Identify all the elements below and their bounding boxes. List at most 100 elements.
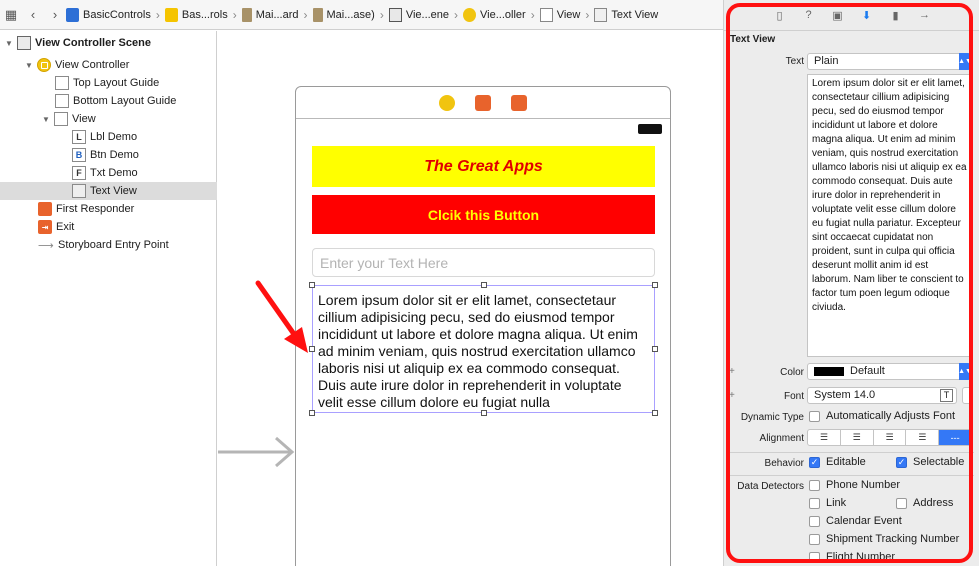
outline-item-top-layout-guide[interactable]: Top Layout Guide bbox=[0, 74, 217, 92]
view-icon bbox=[54, 112, 68, 126]
divider bbox=[730, 452, 974, 453]
text-content-field[interactable]: Lorem ipsum dolor sit er elit lamet, con… bbox=[807, 74, 972, 357]
section-title: Text View bbox=[730, 34, 776, 45]
outline-item-exit[interactable]: ⇥ Exit bbox=[0, 218, 217, 236]
align-left-icon[interactable]: ☰ bbox=[808, 430, 841, 445]
outline-item-first-responder[interactable]: First Responder bbox=[0, 200, 217, 218]
flight-number-checkbox[interactable]: Flight Number bbox=[809, 551, 895, 563]
align-center-icon[interactable]: ☰ bbox=[841, 430, 874, 445]
breadcrumb-separator: › bbox=[155, 7, 160, 22]
resize-handle[interactable] bbox=[652, 410, 658, 416]
resize-handle[interactable] bbox=[652, 346, 658, 352]
color-swatch bbox=[814, 366, 844, 376]
font-size-stepper[interactable] bbox=[962, 387, 972, 404]
checkmark-icon: ✓ bbox=[896, 456, 907, 468]
font-picker-icon[interactable]: T bbox=[940, 389, 953, 402]
file-inspector-icon[interactable]: ▯ bbox=[773, 9, 786, 22]
related-items-grid-icon[interactable]: ▦ bbox=[0, 4, 22, 26]
size-inspector-icon[interactable]: ▮ bbox=[889, 9, 902, 22]
outline-item-txt-demo[interactable]: F Txt Demo bbox=[0, 164, 217, 182]
btn-demo-button[interactable]: Clcik this Button bbox=[312, 195, 655, 234]
exit-icon[interactable] bbox=[511, 94, 527, 111]
address-checkbox[interactable]: Address bbox=[896, 497, 953, 509]
breadcrumb-scene[interactable]: Vie...ene › bbox=[388, 7, 463, 22]
adjusts-font-checkbox[interactable]: Automatically Adjusts Font bbox=[809, 410, 955, 422]
checkbox-icon bbox=[809, 497, 820, 509]
editable-checkbox[interactable]: ✓ Editable bbox=[809, 456, 866, 468]
resize-handle[interactable] bbox=[652, 282, 658, 288]
add-variation-plus-icon[interactable]: + bbox=[729, 390, 735, 401]
disclosure-triangle-icon[interactable]: ▼ bbox=[24, 61, 34, 70]
breadcrumb-text-view[interactable]: Text View bbox=[594, 7, 658, 22]
view-controller-icon[interactable] bbox=[439, 94, 455, 111]
disclosure-triangle-icon[interactable]: ▼ bbox=[4, 39, 14, 48]
breadcrumb-separator: › bbox=[303, 7, 308, 22]
forward-chevron-icon[interactable]: › bbox=[44, 4, 66, 26]
layout-guide-icon bbox=[55, 94, 69, 108]
breadcrumb-separator: › bbox=[379, 7, 384, 22]
align-justified-icon[interactable]: ☰ bbox=[906, 430, 940, 445]
text-field-icon: F bbox=[72, 166, 86, 180]
behavior-label: Behavior bbox=[764, 458, 804, 469]
outline-item-text-view[interactable]: Text View bbox=[0, 182, 217, 200]
help-inspector-icon[interactable]: ? bbox=[802, 9, 815, 22]
text-type-popup[interactable]: Plain ▲▼ bbox=[807, 53, 972, 70]
breadcrumb-view-controller[interactable]: Vie...oller › bbox=[463, 7, 540, 22]
attributes-inspector: ▯ ? ▣ ⬇ ▮ → Text View Text Plain ▲▼ Lore… bbox=[723, 0, 979, 566]
resize-handle[interactable] bbox=[309, 410, 315, 416]
checkbox-icon bbox=[896, 497, 907, 509]
outline-item-storyboard-entry-point[interactable]: ⟶ Storyboard Entry Point bbox=[0, 236, 217, 254]
text-view[interactable]: Lorem ipsum dolor sit er elit lamet, con… bbox=[312, 285, 655, 413]
back-chevron-icon[interactable]: ‹ bbox=[22, 4, 44, 26]
breadcrumb-separator: › bbox=[454, 7, 459, 22]
resize-handle[interactable] bbox=[481, 410, 487, 416]
first-responder-cube-icon[interactable] bbox=[475, 94, 491, 111]
attributes-inspector-icon[interactable]: ⬇ bbox=[860, 9, 873, 22]
scene-icon bbox=[17, 36, 31, 50]
breadcrumb-storyboard-base[interactable]: Mai...ase) › bbox=[312, 7, 389, 22]
text-view-icon bbox=[72, 184, 86, 198]
breadcrumb-separator: › bbox=[232, 7, 237, 22]
storyboard-file-icon bbox=[241, 7, 252, 22]
resize-handle[interactable] bbox=[481, 282, 487, 288]
font-field[interactable]: System 14.0 T bbox=[807, 387, 957, 404]
align-right-icon[interactable]: ☰ bbox=[874, 430, 907, 445]
disclosure-triangle-icon[interactable]: ▼ bbox=[41, 115, 51, 124]
battery-icon bbox=[638, 124, 662, 134]
label-icon: L bbox=[72, 130, 86, 144]
align-natural-icon[interactable]: --- bbox=[939, 430, 971, 445]
storyboard-canvas[interactable]: The Great Apps Clcik this Button Enter y… bbox=[218, 31, 723, 566]
phone-number-checkbox[interactable]: Phone Number bbox=[809, 479, 900, 491]
outline-item-scene[interactable]: ▼ View Controller Scene bbox=[0, 34, 217, 52]
view-controller-scene[interactable]: The Great Apps Clcik this Button Enter y… bbox=[295, 86, 671, 566]
outline-item-bottom-layout-guide[interactable]: Bottom Layout Guide bbox=[0, 92, 217, 110]
identity-inspector-icon[interactable]: ▣ bbox=[831, 9, 844, 22]
outline-item-view-controller[interactable]: ▼ View Controller bbox=[0, 56, 217, 74]
dynamic-type-label: Dynamic Type bbox=[740, 412, 804, 423]
storyboard-entry-arrow-icon[interactable] bbox=[218, 435, 296, 471]
shipment-tracking-checkbox[interactable]: Shipment Tracking Number bbox=[809, 533, 959, 545]
breadcrumb-folder[interactable]: Bas...rols › bbox=[164, 7, 242, 22]
connections-inspector-icon[interactable]: → bbox=[918, 9, 931, 22]
alignment-segmented-control[interactable]: ☰ ☰ ☰ ☰ --- bbox=[807, 429, 972, 446]
selectable-checkbox[interactable]: ✓ Selectable bbox=[896, 456, 964, 468]
breadcrumb-view[interactable]: View › bbox=[539, 7, 595, 22]
folder-icon bbox=[164, 7, 178, 22]
color-popup[interactable]: Default ▲▼ bbox=[807, 363, 972, 380]
add-variation-plus-icon[interactable]: + bbox=[729, 366, 735, 377]
text-type-label: Text bbox=[785, 56, 804, 67]
font-label: Font bbox=[783, 391, 804, 402]
entry-point-arrow-icon: ⟶ bbox=[38, 239, 54, 252]
breadcrumb-project[interactable]: BasicControls › bbox=[66, 7, 165, 22]
calendar-event-checkbox[interactable]: Calendar Event bbox=[809, 515, 902, 527]
breadcrumb-storyboard[interactable]: Mai...ard › bbox=[241, 7, 313, 22]
outline-item-view[interactable]: ▼ View bbox=[0, 110, 217, 128]
link-checkbox[interactable]: Link bbox=[809, 497, 846, 509]
annotation-arrow-icon bbox=[255, 280, 308, 353]
layout-guide-icon bbox=[55, 76, 69, 90]
outline-item-lbl-demo[interactable]: L Lbl Demo bbox=[0, 128, 217, 146]
chevron-up-down-icon: ▲▼ bbox=[958, 363, 972, 380]
txt-demo-text-field[interactable]: Enter your Text Here bbox=[312, 248, 655, 277]
outline-item-btn-demo[interactable]: B Btn Demo bbox=[0, 146, 217, 164]
lbl-demo-label[interactable]: The Great Apps bbox=[312, 146, 655, 187]
